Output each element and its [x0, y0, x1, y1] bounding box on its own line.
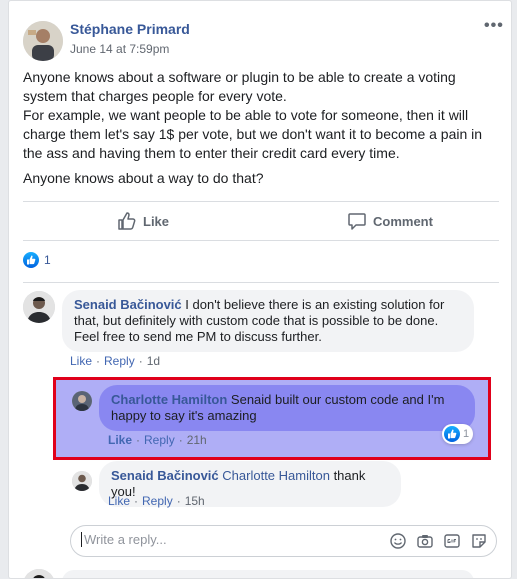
post-text-line: the ass and having them to enter their c…	[23, 145, 400, 161]
comment-meta: Like · Reply · 1d	[70, 354, 161, 368]
reply-like-link[interactable]: Like	[108, 494, 130, 508]
commenter-avatar[interactable]	[23, 291, 55, 323]
reply-input-box	[70, 525, 497, 557]
comment-button[interactable]: Comment	[347, 202, 433, 240]
comment-icon	[348, 213, 366, 230]
gif-icon[interactable]	[443, 532, 461, 550]
post-body: Anyone knows about a software or plugin …	[23, 68, 503, 188]
post-action-bar: Like Comment	[23, 201, 499, 241]
reply-meta: Like · Reply · 15h	[108, 494, 205, 508]
reply-reply-link[interactable]: Reply	[144, 433, 175, 447]
reply-like-link[interactable]: Like	[108, 433, 132, 447]
comment-reply-link[interactable]: Reply	[104, 354, 135, 368]
post-text-line: Anyone knows about a software or plugin …	[23, 69, 456, 85]
post-card: Stéphane Primard June 14 at 7:59pm ••• A…	[8, 0, 512, 579]
post-text-line: charge them let's say 1$ per vote, but w…	[23, 126, 483, 142]
post-author-name[interactable]: Stéphane Primard	[70, 21, 190, 37]
reply-reaction-count[interactable]: 1	[442, 424, 474, 444]
author-avatar[interactable]	[23, 21, 63, 61]
reply-reaction-number: 1	[463, 428, 470, 440]
post-text-line: For example, we want people to be able t…	[23, 107, 469, 123]
sticker-icon[interactable]	[470, 532, 488, 550]
thumbs-up-icon	[118, 212, 136, 230]
like-button[interactable]: Like	[117, 202, 169, 240]
reaction-count: 1	[44, 253, 51, 267]
comment-author[interactable]: Senaid Bačinović	[74, 297, 182, 312]
commenter-avatar[interactable]	[23, 569, 55, 578]
reply-reply-link[interactable]: Reply	[142, 494, 173, 508]
reply-bubble: Charlotte Hamilton Senaid built our cust…	[99, 385, 475, 431]
like-button-label: Like	[143, 213, 170, 229]
reply-meta: Like · Reply · 21h	[108, 433, 207, 447]
post-text-question: Anyone knows about a way to do that?	[23, 170, 264, 186]
reply-time[interactable]: 15h	[185, 494, 205, 508]
comments-divider	[23, 282, 499, 283]
comment-bubble: Senaid Bačinović I don't believe there i…	[62, 290, 474, 352]
reply-avatar[interactable]	[72, 391, 92, 411]
reply-input[interactable]	[81, 532, 341, 547]
comment-like-link[interactable]: Like	[70, 354, 92, 368]
reply-mention[interactable]: Charlotte Hamilton	[222, 468, 330, 483]
reaction-summary[interactable]: 1	[23, 252, 51, 268]
reply-author[interactable]: Senaid Bačinović	[111, 468, 219, 483]
reply-avatar[interactable]	[72, 471, 92, 491]
post-text-line: system that charges people for every vot…	[23, 88, 287, 104]
comment-button-label: Comment	[373, 213, 433, 229]
camera-icon[interactable]	[416, 532, 434, 550]
reply-input-icons	[389, 532, 488, 550]
reply-author[interactable]: Charlotte Hamilton	[111, 392, 227, 407]
like-badge-icon	[23, 252, 39, 268]
emoji-icon[interactable]	[389, 532, 407, 550]
like-badge-icon	[444, 426, 460, 442]
post-timestamp[interactable]: June 14 at 7:59pm	[70, 42, 169, 56]
more-horizontal-icon[interactable]: •••	[484, 17, 504, 35]
comment-time[interactable]: 1d	[147, 354, 160, 368]
comment-bubble-partial	[62, 570, 474, 578]
reply-time[interactable]: 21h	[187, 433, 207, 447]
